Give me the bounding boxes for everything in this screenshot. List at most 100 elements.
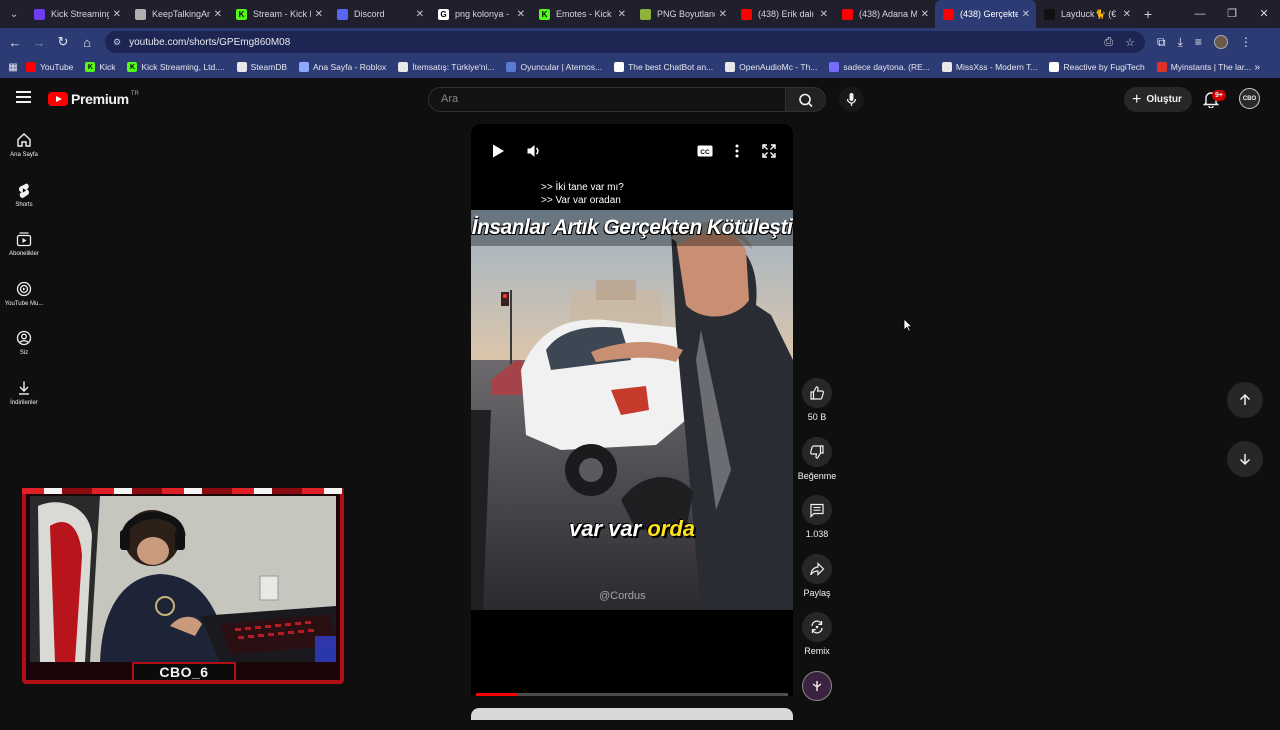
minimize-button[interactable]: — — [1184, 0, 1216, 28]
comments-button[interactable] — [802, 495, 832, 526]
comments-action[interactable]: 1.038 — [796, 495, 838, 554]
original-sound-button[interactable] — [802, 670, 832, 701]
guide-item-shorts[interactable]: Shorts — [0, 172, 48, 222]
back-button[interactable]: ← — [3, 35, 27, 50]
search-button[interactable] — [786, 87, 826, 112]
tab-search-button[interactable]: ⌄ — [2, 4, 26, 24]
new-tab-button[interactable]: + — [1137, 6, 1159, 22]
browser-tab[interactable]: Layduck🐈 (€ ✕ — [1036, 0, 1137, 28]
browser-tab[interactable]: Discord ✕ — [329, 0, 430, 28]
dislike-button[interactable] — [802, 436, 832, 467]
fullscreen-button[interactable] — [760, 142, 778, 160]
close-tab-icon[interactable]: ✕ — [214, 9, 222, 20]
previous-short-button[interactable] — [1227, 382, 1263, 418]
home-button[interactable]: ⌂ — [75, 35, 99, 50]
tab-favicon-icon — [842, 8, 853, 20]
close-tab-icon[interactable]: ✕ — [719, 9, 727, 20]
close-tab-icon[interactable]: ✕ — [113, 9, 121, 20]
browser-menu-icon[interactable]: ⋮ — [1240, 35, 1252, 49]
close-tab-icon[interactable]: ✕ — [1123, 9, 1131, 20]
create-button[interactable]: + Oluştur — [1124, 87, 1192, 112]
close-tab-icon[interactable]: ✕ — [315, 9, 323, 20]
shorts-player[interactable]: CC >> İki tane var mı? >> Var var oradan — [471, 124, 793, 696]
volume-button[interactable] — [525, 142, 543, 160]
bookmark-item[interactable]: İtemsatış: Türkiye'ni... — [398, 62, 494, 72]
share-action[interactable]: Paylaş — [796, 553, 838, 613]
captions-button[interactable]: CC — [696, 142, 714, 160]
browser-tab[interactable]: Kick Streaming ✕ — [26, 0, 127, 28]
bookmark-star-icon[interactable]: ☆ — [1125, 36, 1135, 49]
close-window-button[interactable]: ✕ — [1248, 0, 1280, 28]
forward-button[interactable]: → — [27, 35, 51, 50]
browser-tab[interactable]: (438) Adana M ✕ — [834, 0, 935, 28]
close-tab-icon[interactable]: ✕ — [517, 9, 525, 20]
guide-item-downloads[interactable]: İndirilenler — [0, 370, 48, 420]
youtube-premium-logo[interactable]: Premium TR — [48, 91, 139, 107]
tab-favicon-icon — [337, 8, 348, 20]
next-short-button[interactable] — [1227, 441, 1263, 477]
voice-search-button[interactable] — [839, 87, 864, 112]
browser-tab[interactable]: (438) Erik dalı ✕ — [733, 0, 834, 28]
site-info-icon[interactable]: ⚙ — [113, 37, 121, 48]
browser-tab[interactable]: (438) Gerçekte ✕ — [935, 0, 1036, 28]
bookmark-item[interactable]: OpenAudioMc - Th... — [725, 62, 817, 72]
like-button[interactable] — [802, 378, 832, 408]
browser-tab[interactable]: K Emotes - Kick D ✕ — [531, 0, 632, 28]
bookmark-item[interactable]: Ana Sayfa - Roblox — [299, 62, 386, 72]
playback-progress-bar[interactable] — [476, 693, 788, 696]
close-tab-icon[interactable]: ✕ — [416, 9, 424, 20]
guide-menu-button[interactable] — [16, 91, 31, 103]
more-options-button[interactable] — [728, 142, 746, 160]
guide-item-you[interactable]: Siz — [0, 320, 48, 370]
search-input[interactable]: Ara — [428, 87, 786, 112]
browser-tab[interactable]: Gpng kolonya - ✕ — [430, 0, 531, 28]
dislike-label: Beğenme — [797, 470, 837, 481]
webcam-overlay: CBO_6 — [22, 488, 344, 684]
next-short-preview[interactable] — [471, 708, 793, 720]
apps-grid-icon[interactable]: ▦ — [0, 62, 26, 73]
guide-item-home[interactable]: Ana Sayfa — [0, 122, 48, 172]
like-action[interactable]: 50 B — [796, 378, 838, 437]
browser-tab[interactable]: PNG Boyutland ✕ — [632, 0, 733, 28]
bookmark-item[interactable]: MissXss - Modern T... — [941, 62, 1037, 72]
bookmark-item[interactable]: K Kick — [85, 62, 115, 72]
bookmark-item[interactable]: Myinstants | The lar... — [1156, 62, 1251, 72]
remix-button[interactable] — [802, 612, 832, 643]
close-tab-icon[interactable]: ✕ — [618, 9, 626, 20]
browser-tab[interactable]: K Stream - Kick D ✕ — [228, 0, 329, 28]
browser-tab[interactable]: KeepTalkingAn ✕ — [127, 0, 228, 28]
bookmark-item[interactable]: Oyuncular | Aternos... — [506, 62, 602, 72]
plus-icon: + — [1132, 90, 1142, 108]
search-icon — [799, 93, 813, 108]
bookmark-item[interactable]: K Kick Streaming, Ltd.... — [127, 62, 225, 72]
restore-button[interactable]: ❐ — [1216, 0, 1248, 28]
media-controls-icon[interactable]: ≡ — [1195, 35, 1202, 49]
play-button[interactable] — [489, 142, 507, 160]
remix-action[interactable]: Remix — [796, 612, 838, 671]
close-tab-icon[interactable]: ✕ — [1022, 9, 1030, 20]
comment-icon — [810, 504, 824, 519]
account-avatar[interactable]: CBO — [1239, 88, 1260, 109]
url-bar[interactable]: ⚙ youtube.com/shorts/GPEmg860M08 ⎙ ☆ — [105, 31, 1145, 53]
dislike-action[interactable]: Beğenme — [796, 436, 838, 496]
bookmark-item[interactable]: sadece daytona. (RE... — [829, 62, 930, 72]
close-tab-icon[interactable]: ✕ — [921, 9, 929, 20]
streamer-webcam-image — [30, 496, 336, 662]
close-tab-icon[interactable]: ✕ — [820, 9, 828, 20]
bookmark-item[interactable]: Reactive by FugiTech — [1049, 62, 1145, 72]
guide-item-music[interactable]: YouTube Mu... — [0, 271, 48, 321]
more-bookmarks-icon[interactable]: » — [1254, 62, 1260, 73]
bookmark-item[interactable]: YouTube — [26, 62, 73, 72]
bookmark-item[interactable]: SteamDB — [236, 62, 287, 72]
tab-title: Layduck🐈 (€ — [1061, 8, 1117, 19]
browser-profile-avatar[interactable] — [1213, 35, 1228, 49]
guide-item-subscriptions[interactable]: Abonelikler — [0, 221, 48, 271]
reload-button[interactable]: ↻ — [51, 34, 75, 50]
bookmark-favicon-icon — [614, 62, 625, 72]
extensions-icon[interactable]: ⧉ — [1157, 35, 1166, 50]
share-button[interactable] — [802, 553, 832, 584]
sound-action[interactable] — [796, 670, 838, 730]
downloads-icon[interactable]: ⤓ — [1178, 35, 1183, 50]
bookmark-item[interactable]: The best ChatBot an... — [614, 62, 713, 72]
install-app-icon[interactable]: ⎙ — [1104, 36, 1113, 49]
